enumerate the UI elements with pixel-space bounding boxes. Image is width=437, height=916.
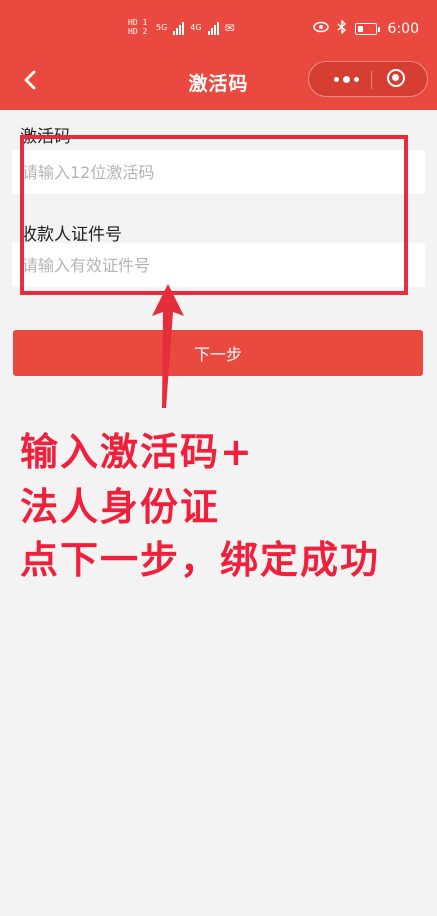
sim1-label: HD 1 xyxy=(128,18,148,27)
battery-icon xyxy=(354,23,380,35)
annotation-line-1: 输入激活码+ xyxy=(20,430,254,474)
clock: 6:00 xyxy=(387,21,419,37)
sim-indicators: HD 1 HD 2 xyxy=(128,18,150,38)
status-left: HD 1 HD 2 5G 4G ✉ xyxy=(128,18,235,38)
annotation-arrow xyxy=(152,284,184,408)
eye-icon xyxy=(312,21,329,37)
wechat-icon: ✉ xyxy=(224,21,235,35)
capsule-divider xyxy=(371,71,372,89)
signal-icon-2 xyxy=(207,21,219,35)
more-dots-icon xyxy=(333,76,339,82)
annotation-line-3: 点下一步，绑定成功 xyxy=(20,538,381,582)
network-4g: 4G xyxy=(190,23,202,32)
status-right: 6:00 xyxy=(312,19,419,38)
status-bar: HD 1 HD 2 5G 4G ✉ 6:00 xyxy=(0,0,437,50)
close-circle-icon[interactable] xyxy=(387,69,405,87)
signal-icon xyxy=(173,21,185,35)
next-step-button[interactable]: 下一步 xyxy=(13,330,423,376)
network-5g: 5G xyxy=(156,23,168,32)
highlight-box xyxy=(20,135,408,295)
nav-bar: 激活码 xyxy=(0,55,437,105)
more-button[interactable] xyxy=(323,62,369,96)
miniprogram-capsule xyxy=(308,61,428,97)
sim2-label: HD 2 xyxy=(128,27,148,36)
header: HD 1 HD 2 5G 4G ✉ 6:00 激活码 xyxy=(0,0,437,110)
annotation-line-2: 法人身份证 xyxy=(20,485,221,529)
bluetooth-icon xyxy=(337,19,347,38)
